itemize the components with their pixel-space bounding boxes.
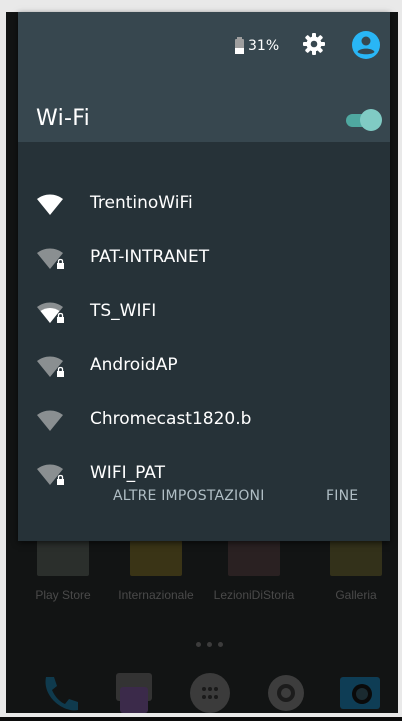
done-button[interactable]: FINE (326, 488, 358, 504)
network-name: TS_WIFI (90, 301, 157, 321)
network-name: AndroidAP (90, 355, 178, 375)
network-name: WIFI_PAT (90, 463, 165, 483)
account-icon[interactable] (352, 31, 380, 63)
galleria-icon (330, 540, 382, 576)
battery-status: 31% (235, 36, 280, 54)
app-galleria[interactable]: Galleria (311, 540, 401, 602)
network-name: TrentinoWiFi (90, 193, 193, 213)
app-internazionale[interactable]: Internazionale (111, 540, 201, 602)
wifi-network-item[interactable]: AndroidAP (18, 341, 390, 395)
app-label: Internazionale (118, 588, 194, 602)
messages-icon[interactable] (110, 669, 158, 721)
wifi-network-item[interactable]: TrentinoWiFi (18, 179, 390, 233)
lezioni-di-storia-icon (228, 540, 280, 576)
screen-bezel-top (0, 0, 402, 12)
network-name: Chromecast1820.b (90, 409, 252, 429)
more-settings-button[interactable]: ALTRE IMPOSTAZIONI (113, 488, 265, 504)
quick-settings-header: 31% Wi-Fi (18, 12, 390, 142)
app-label: Galleria (335, 588, 377, 602)
phone-icon[interactable] (34, 669, 82, 721)
app-lezioni-di-storia[interactable]: LezioniDiStoria (209, 540, 299, 602)
app-label: Play Store (35, 588, 91, 602)
wifi-signal-icon (36, 193, 64, 221)
settings-gear-icon[interactable] (302, 32, 326, 60)
wifi-network-item[interactable]: Chromecast1820.b (18, 395, 390, 449)
wifi-locked-signal-icon (36, 463, 66, 493)
app-drawer-icon[interactable] (186, 669, 234, 721)
wifi-network-item[interactable]: TS_WIFI (18, 287, 390, 341)
settings-app-icon[interactable] (262, 669, 310, 721)
wifi-locked-signal-icon (36, 301, 66, 331)
screen-bezel-right (398, 0, 402, 717)
page-indicator (196, 642, 223, 647)
battery-icon (235, 36, 244, 54)
wifi-network-item[interactable]: PAT-INTRANET (18, 233, 390, 287)
wifi-locked-signal-icon (36, 355, 66, 385)
wifi-quick-settings-panel: 31% Wi-Fi TrentinoWiFi PAT-INTRANET TS_W… (18, 12, 390, 541)
internazionale-icon (130, 540, 182, 576)
app-label: LezioniDiStoria (213, 588, 295, 602)
app-play-store[interactable]: Play Store (18, 540, 108, 602)
battery-percentage: 31% (248, 38, 280, 54)
network-name: PAT-INTRANET (90, 247, 210, 267)
camera-icon[interactable] (336, 669, 384, 721)
wifi-title: Wi-Fi (36, 106, 90, 131)
wifi-signal-icon (36, 409, 64, 437)
wifi-locked-signal-icon (36, 247, 66, 277)
wifi-toggle[interactable] (344, 109, 382, 131)
play-store-icon (37, 540, 89, 576)
